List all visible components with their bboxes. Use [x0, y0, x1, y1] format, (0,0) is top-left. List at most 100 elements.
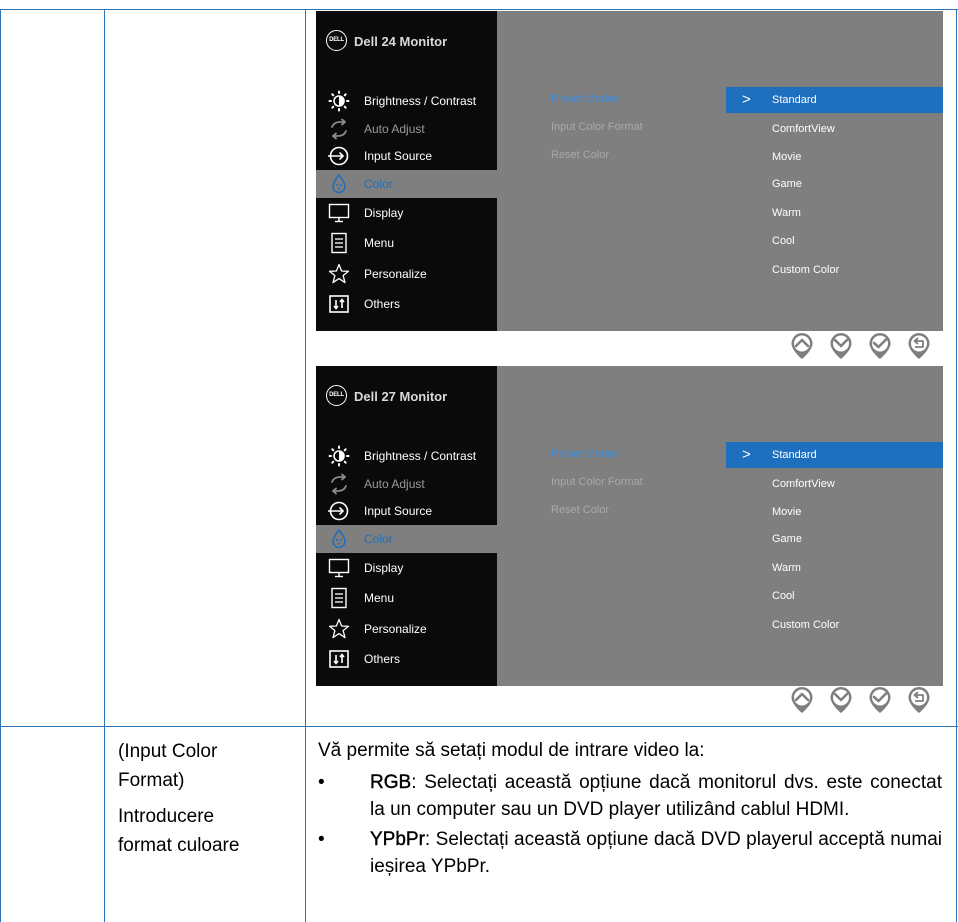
table-col-border-4 [956, 9, 957, 922]
table-col-border-2 [104, 9, 105, 922]
bullet-item-ypbpr: • YPbPr: Selectați această opțiune dacă … [318, 826, 942, 880]
osd-option-label: Standard [772, 94, 817, 106]
osd-option-label: Cool [772, 235, 795, 247]
osd-menu-label: Display [364, 561, 404, 575]
setting-name-line: Format) [118, 770, 185, 791]
osd-option-standard[interactable]: > Standard [726, 442, 943, 468]
osd-option-game[interactable]: Game [726, 526, 943, 552]
osd-menu-item-others[interactable]: Others [316, 645, 497, 673]
auto-adjust-icon [328, 473, 350, 495]
osd-option-warm[interactable]: Warm [726, 200, 943, 226]
others-icon [328, 293, 350, 315]
osd-menu-item-auto-adjust[interactable]: Auto Adjust [316, 115, 497, 143]
osd-menu-item-color[interactable]: Color [316, 170, 497, 198]
osd-menu-label: Personalize [364, 622, 427, 636]
back-icon[interactable] [907, 332, 931, 360]
osd-menu-label: Others [364, 652, 401, 666]
osd-menu-label: Personalize [364, 267, 427, 281]
input-source-icon [328, 145, 350, 167]
osd-menu-item-personalize[interactable]: Personalize [316, 260, 497, 288]
down-icon[interactable] [829, 332, 853, 360]
auto-adjust-icon [328, 118, 350, 140]
others-icon [328, 648, 350, 670]
osd-option-cool[interactable]: Cool [726, 228, 943, 254]
down-icon[interactable] [829, 686, 853, 714]
osd-title: Dell 27 Monitor [354, 389, 448, 404]
osd-submenu-item[interactable]: Preset Modes [551, 448, 619, 460]
check-icon[interactable] [868, 332, 892, 360]
osd-menu-item-display[interactable]: Display [316, 554, 497, 582]
osd-submenu-item[interactable]: Input Color Format [551, 121, 643, 133]
osd-menu-label: Color [364, 532, 393, 546]
osd-option-label: Movie [772, 151, 802, 163]
table-row-divider [0, 726, 958, 727]
bullet-text: : Selectați această opțiune dacă DVD pla… [370, 829, 942, 877]
osd-title: Dell 24 Monitor [354, 34, 448, 49]
osd-option-label: Custom Color [772, 619, 840, 631]
setting-name-cell: (Input Color Format) Introducere format … [118, 737, 288, 860]
osd-menu-item-color[interactable]: Color [316, 525, 497, 553]
osd-option-standard[interactable]: > Standard [726, 87, 943, 113]
osd-menu-label: Menu [364, 591, 395, 605]
osd-option-movie[interactable]: Movie [726, 499, 943, 525]
brightness-icon [328, 90, 350, 112]
setting-name-line: Introducere [118, 806, 215, 827]
display-icon [328, 557, 350, 579]
osd-option-label: Movie [772, 506, 802, 518]
osd-option-custom-color[interactable]: Custom Color [726, 257, 943, 283]
osd-option-comfortview[interactable]: ComfortView [726, 471, 943, 497]
osd-option-warm[interactable]: Warm [726, 555, 943, 581]
up-icon[interactable] [790, 686, 814, 714]
table-col-border-3 [305, 9, 306, 922]
bullet-item-rgb: • RGB: Selectați această opțiune dacă mo… [318, 769, 942, 823]
osd-option-custom-color[interactable]: Custom Color [726, 612, 943, 638]
osd-menu-item-menu[interactable]: Menu [316, 229, 497, 257]
osd-option-cool[interactable]: Cool [726, 583, 943, 609]
setting-name-line: format culoare [118, 835, 240, 856]
osd-menu-item-personalize[interactable]: Personalize [316, 615, 497, 643]
bullet-term: RGB [370, 772, 412, 793]
osd-menu-item-input-source[interactable]: Input Source [316, 497, 497, 525]
up-icon[interactable] [790, 332, 814, 360]
table-top-border [0, 9, 958, 10]
osd-menu-label: Display [364, 206, 404, 220]
osd-option-game[interactable]: Game [726, 171, 943, 197]
osd-menu-label: Menu [364, 236, 395, 250]
osd-submenu-item[interactable]: Input Color Format [551, 476, 643, 488]
osd-menu-item-menu[interactable]: Menu [316, 584, 497, 612]
osd-option-movie[interactable]: Movie [726, 144, 943, 170]
osd-menu-label: Others [364, 297, 401, 311]
dell-logo-icon: DELL [326, 30, 347, 51]
osd-menu-item-input-source[interactable]: Input Source [316, 142, 497, 170]
bullet-symbol: • [318, 829, 325, 850]
osd-submenu-item[interactable]: Preset Modes [551, 93, 619, 105]
osd-header: DELL Dell 24 Monitor [316, 30, 497, 53]
osd-submenu-item[interactable]: Reset Color [551, 149, 609, 161]
setting-name-line: (Input Color [118, 741, 218, 762]
osd-option-label: Game [772, 533, 802, 545]
osd-option-label: Standard [772, 449, 817, 461]
osd-menu-item-others[interactable]: Others [316, 290, 497, 318]
osd-option-comfortview[interactable]: ComfortView [726, 116, 943, 142]
bullet-symbol: • [318, 772, 325, 793]
osd-menu-item-brightness-contrast[interactable]: Brightness / Contrast [316, 87, 497, 115]
description-intro: Vă permite să setați modul de intrare vi… [318, 740, 705, 761]
check-icon[interactable] [868, 686, 892, 714]
osd-menu-label: Input Source [364, 149, 433, 163]
osd-menu-item-auto-adjust[interactable]: Auto Adjust [316, 470, 497, 498]
bullet-term: YPbPr [370, 829, 425, 850]
osd-menu-item-display[interactable]: Display [316, 199, 497, 227]
menu-icon [328, 232, 350, 254]
osd-header: DELL Dell 27 Monitor [316, 385, 497, 408]
osd-option-label: Warm [772, 562, 801, 574]
osd-menu-label: Brightness / Contrast [364, 449, 477, 463]
brightness-icon [328, 445, 350, 467]
chevron-right-icon: > [742, 446, 751, 463]
color-icon [328, 173, 350, 195]
osd-option-label: ComfortView [772, 478, 835, 490]
osd-menu-label: Color [364, 177, 393, 191]
osd-submenu-item[interactable]: Reset Color [551, 504, 609, 516]
back-icon[interactable] [907, 686, 931, 714]
osd-menu-item-brightness-contrast[interactable]: Brightness / Contrast [316, 442, 497, 470]
display-icon [328, 202, 350, 224]
